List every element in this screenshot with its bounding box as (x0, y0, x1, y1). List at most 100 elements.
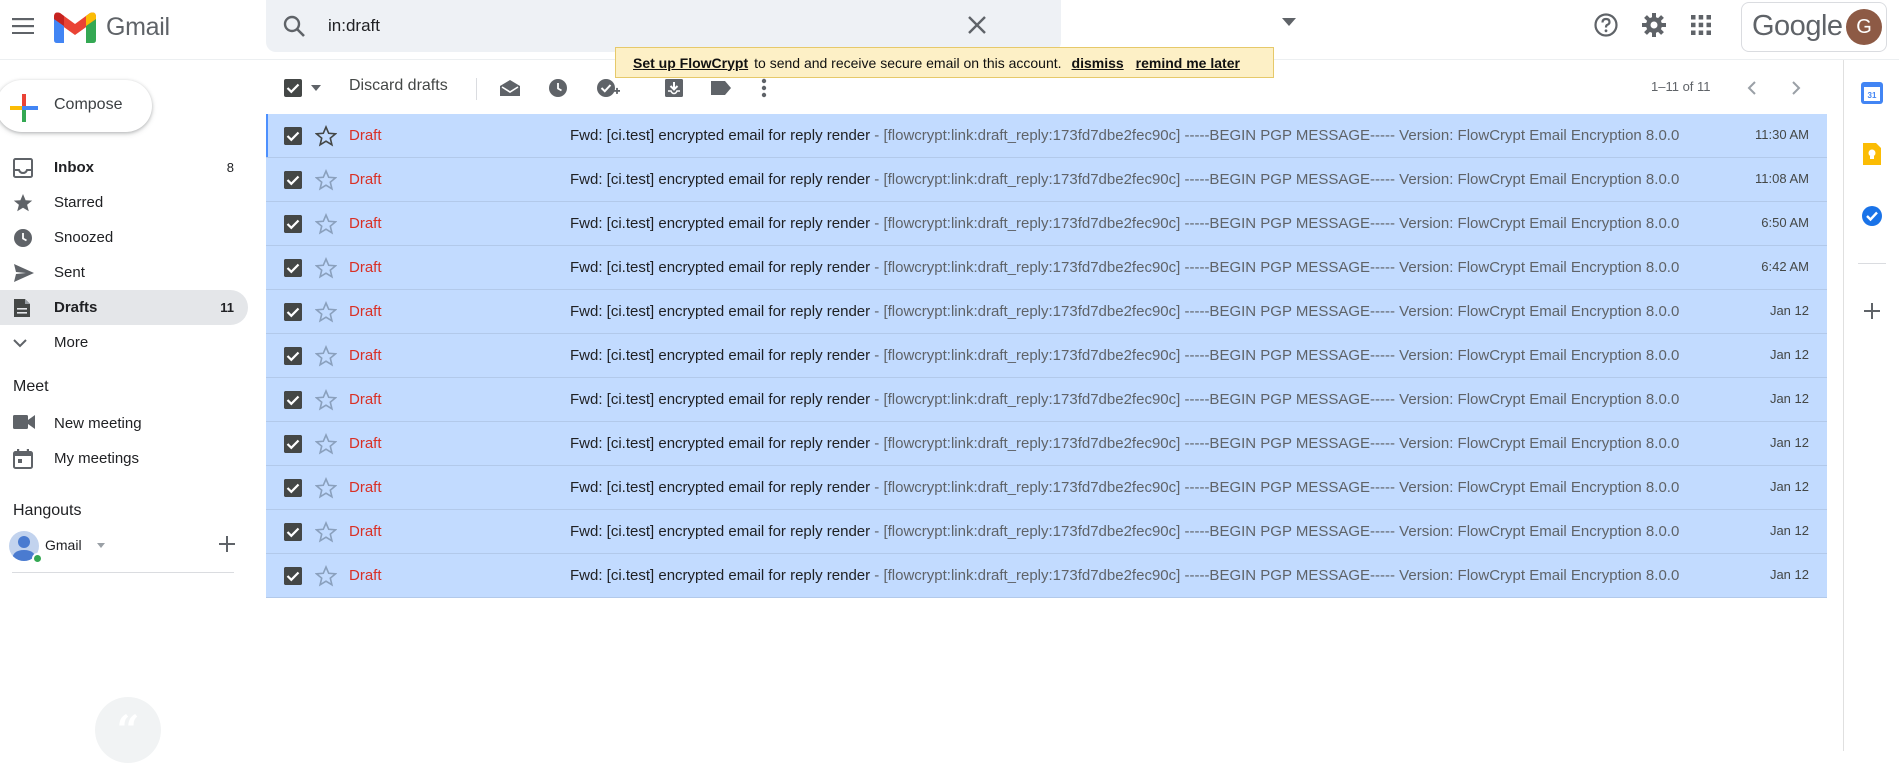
row-preview: - [flowcrypt:link:draft_reply:173fd7dbe2… (870, 567, 1680, 584)
star-outline-icon[interactable] (315, 521, 337, 543)
search-icon[interactable] (282, 14, 306, 38)
send-icon (13, 263, 35, 283)
snooze-clock-icon[interactable] (548, 78, 568, 98)
row-sender: Draft (349, 567, 382, 584)
avatar: G (1846, 9, 1882, 45)
sidebar-item-label: Drafts (54, 299, 98, 316)
settings-gear-icon[interactable] (1641, 12, 1667, 38)
row-checkbox[interactable] (284, 127, 302, 145)
gmail-m-icon (54, 12, 96, 43)
help-icon[interactable] (1593, 12, 1619, 38)
online-status-dot (32, 553, 43, 564)
move-to-inbox-icon[interactable] (664, 78, 684, 98)
mark-as-read-icon[interactable] (499, 79, 521, 97)
row-preview: - [flowcrypt:link:draft_reply:173fd7dbe2… (870, 127, 1680, 144)
google-account-button[interactable]: Google G (1741, 2, 1887, 52)
row-checkbox[interactable] (284, 567, 302, 585)
star-outline-icon[interactable] (315, 213, 337, 235)
row-sender: Draft (349, 523, 382, 540)
calendar-icon (13, 449, 33, 469)
select-menu-caret-icon[interactable] (311, 85, 321, 91)
new-meeting-label: New meeting (54, 415, 142, 432)
google-apps-grid-icon[interactable] (1691, 15, 1711, 35)
row-checkbox[interactable] (284, 303, 302, 321)
compose-label: Compose (54, 96, 123, 113)
gmail-logo[interactable]: Gmail (54, 11, 170, 43)
caret-down-icon (97, 543, 105, 548)
email-row[interactable]: Draft Fwd: [ci.test] encrypted email for … (266, 158, 1827, 202)
list-toolbar: Discard drafts 1–11 of 11 (266, 68, 1826, 108)
star-outline-icon[interactable] (315, 169, 337, 191)
star-outline-icon[interactable] (315, 389, 337, 411)
main-menu-button[interactable] (6, 6, 40, 46)
star-outline-icon[interactable] (315, 345, 337, 367)
row-checkbox[interactable] (284, 259, 302, 277)
email-row[interactable]: Draft Fwd: [ci.test] encrypted email for … (266, 510, 1827, 554)
add-hangout-icon[interactable] (219, 536, 235, 552)
sidebar-item-more[interactable]: More (0, 325, 248, 360)
star-outline-icon[interactable] (315, 565, 337, 587)
email-row[interactable]: Draft Fwd: [ci.test] encrypted email for … (266, 202, 1827, 246)
email-row[interactable]: Draft Fwd: [ci.test] encrypted email for … (266, 554, 1827, 598)
row-checkbox[interactable] (284, 523, 302, 541)
add-to-tasks-icon[interactable] (596, 77, 620, 99)
star-outline-icon[interactable] (315, 125, 337, 147)
star-outline-icon[interactable] (315, 433, 337, 455)
row-checkbox[interactable] (284, 435, 302, 453)
side-panel: 31 (1843, 60, 1899, 751)
compose-button[interactable]: Compose (0, 80, 152, 132)
drafts-count: 11 (220, 300, 234, 315)
quote-icon[interactable]: “ (95, 697, 161, 763)
search-input[interactable] (328, 11, 908, 41)
row-preview: - [flowcrypt:link:draft_reply:173fd7dbe2… (870, 347, 1680, 364)
row-sender: Draft (349, 303, 382, 320)
star-outline-icon[interactable] (315, 477, 337, 499)
row-subject: Fwd: [ci.test] encrypted email for reply… (570, 523, 871, 540)
chevron-right-icon[interactable] (1792, 81, 1801, 95)
row-snippet: Fwd: [ci.test] encrypted email for reply… (570, 303, 1899, 320)
row-checkbox[interactable] (284, 171, 302, 189)
sidebar-item-drafts[interactable]: Drafts 11 (0, 290, 248, 325)
email-row[interactable]: Draft Fwd: [ci.test] encrypted email for … (266, 422, 1827, 466)
star-outline-icon[interactable] (315, 257, 337, 279)
more-options-vertical-icon[interactable] (761, 78, 767, 98)
row-subject: Fwd: [ci.test] encrypted email for reply… (570, 259, 871, 276)
my-meetings-item[interactable]: My meetings (0, 441, 248, 476)
row-checkbox[interactable] (284, 215, 302, 233)
google-calendar-icon[interactable]: 31 (1861, 82, 1883, 104)
discard-drafts-button[interactable]: Discard drafts (349, 77, 448, 95)
email-row[interactable]: Draft Fwd: [ci.test] encrypted email for … (266, 378, 1827, 422)
row-date: Jan 12 (1769, 391, 1809, 406)
email-row[interactable]: Draft Fwd: [ci.test] encrypted email for … (266, 114, 1827, 158)
my-meetings-label: My meetings (54, 450, 140, 467)
sidebar-item-inbox[interactable]: Inbox 8 (0, 150, 248, 185)
row-snippet: Fwd: [ci.test] encrypted email for reply… (570, 479, 1899, 496)
email-row[interactable]: Draft Fwd: [ci.test] encrypted email for … (266, 334, 1827, 378)
email-row[interactable]: Draft Fwd: [ci.test] encrypted email for … (266, 290, 1827, 334)
compose-plus-icon (10, 94, 38, 122)
row-date: Jan 12 (1769, 523, 1809, 538)
row-sender: Draft (349, 127, 382, 144)
email-row[interactable]: Draft Fwd: [ci.test] encrypted email for … (266, 466, 1827, 510)
chevron-left-icon[interactable] (1747, 81, 1756, 95)
select-all-checkbox[interactable] (284, 79, 302, 97)
star-outline-icon[interactable] (315, 301, 337, 323)
label-tag-icon[interactable] (710, 80, 732, 96)
row-checkbox[interactable] (284, 479, 302, 497)
row-checkbox[interactable] (284, 391, 302, 409)
sidebar-item-sent[interactable]: Sent (0, 255, 248, 290)
get-addons-plus-icon[interactable] (1864, 303, 1880, 319)
email-row[interactable]: Draft Fwd: [ci.test] encrypted email for … (266, 246, 1827, 290)
sidebar-item-starred[interactable]: Starred (0, 185, 248, 220)
google-keep-icon[interactable] (1861, 143, 1883, 165)
draft-icon (13, 298, 31, 318)
sidebar-item-snoozed[interactable]: Snoozed (0, 220, 248, 255)
inbox-count: 8 (226, 160, 234, 175)
hangouts-user[interactable]: Gmail (9, 531, 109, 564)
google-tasks-icon[interactable] (1861, 205, 1883, 227)
search-options-icon[interactable] (1282, 18, 1296, 26)
clear-search-icon[interactable] (966, 14, 988, 36)
new-meeting-item[interactable]: New meeting (0, 406, 248, 441)
sidebar-item-label: More (54, 334, 89, 351)
row-checkbox[interactable] (284, 347, 302, 365)
